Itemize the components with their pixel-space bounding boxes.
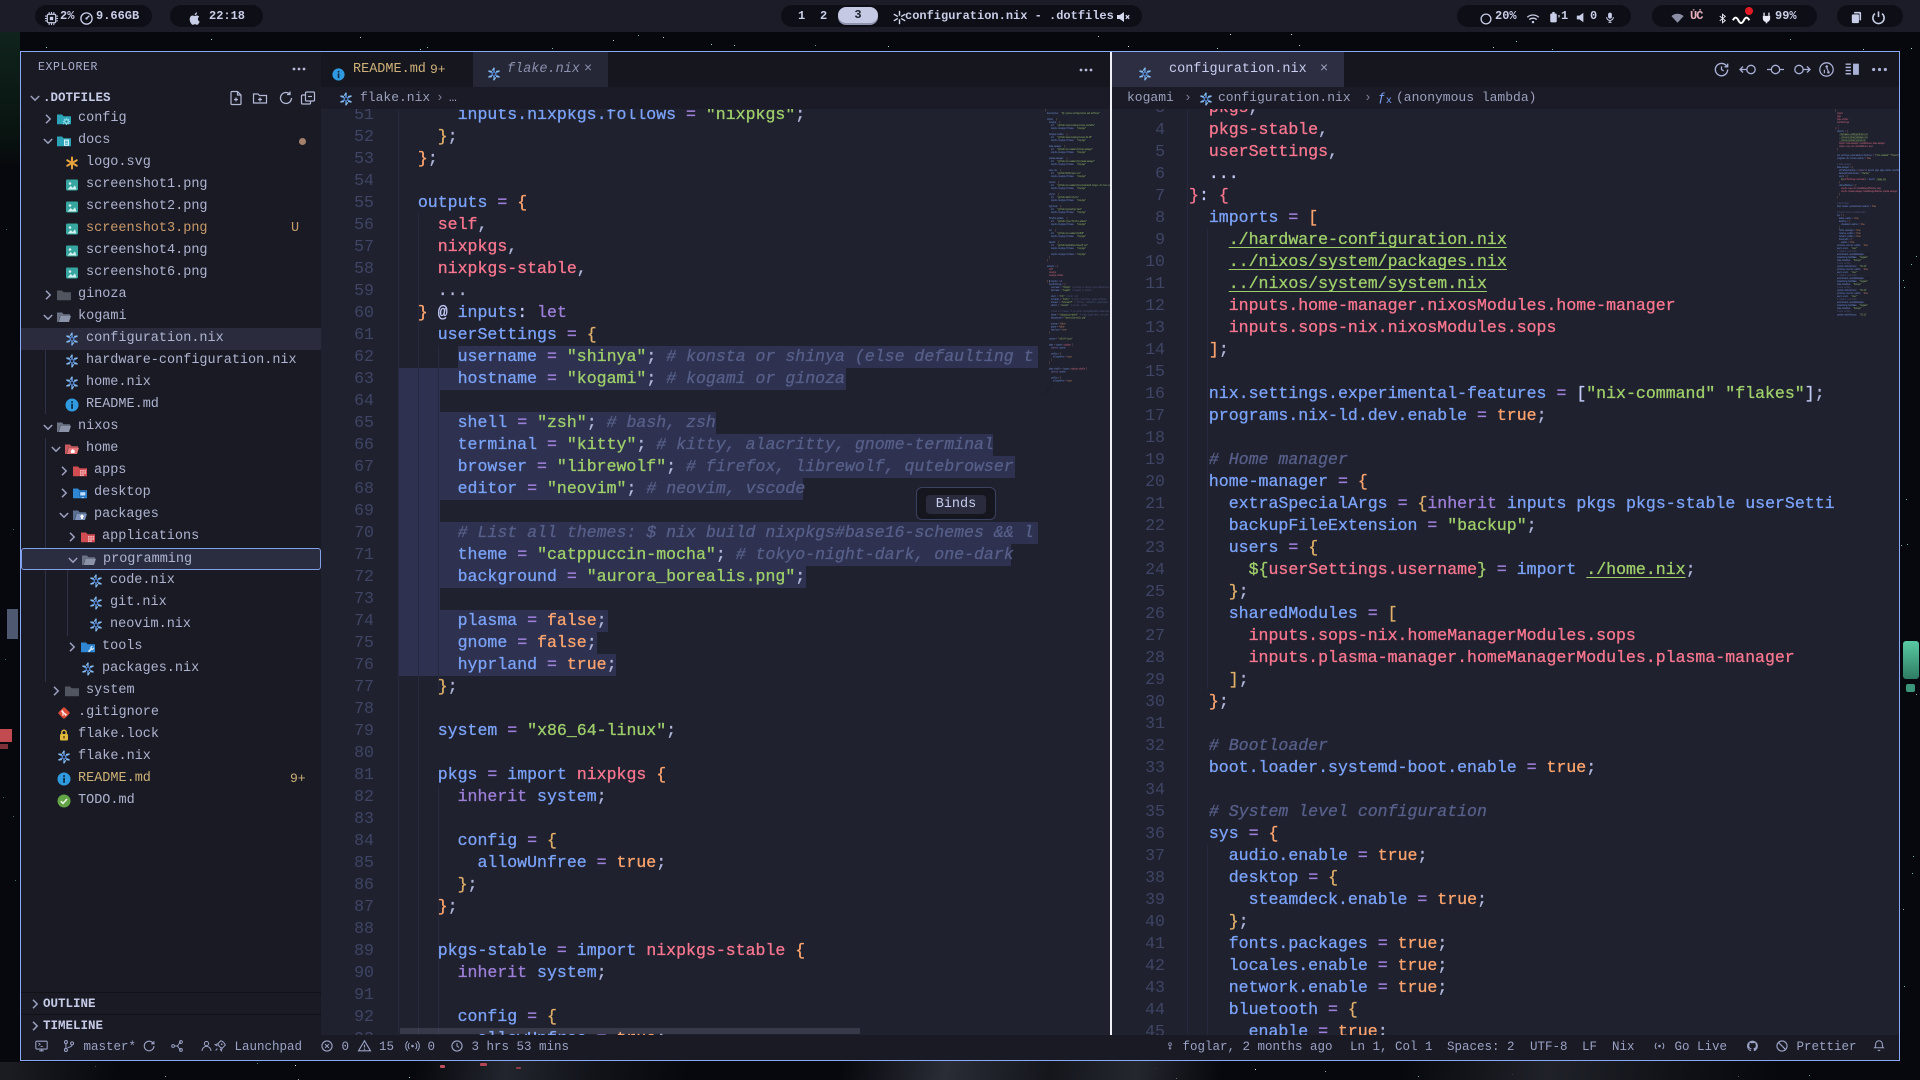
svg-text:x: x xyxy=(1558,15,1560,20)
